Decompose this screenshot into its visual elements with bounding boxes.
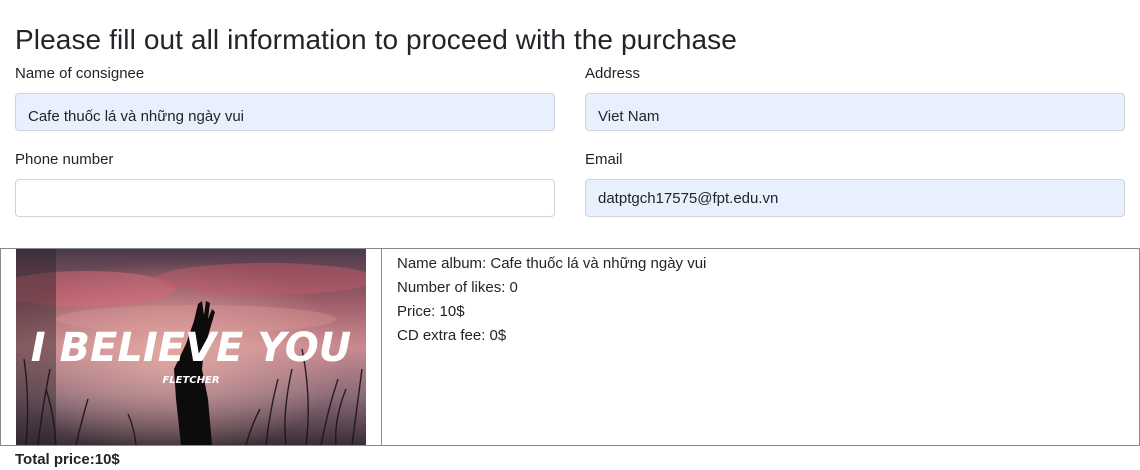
phone-label: Phone number: [15, 151, 114, 168]
album-info-cell: Name album: Cafe thuốc lá và những ngày …: [397, 252, 706, 348]
page-title: Please fill out all information to proce…: [15, 24, 737, 55]
consignee-label: Name of consignee: [15, 65, 145, 82]
album-name-text: Name album: Cafe thuốc lá và những ngày …: [397, 255, 707, 272]
email-input[interactable]: [585, 179, 1125, 217]
album-price-text: Price: 10$: [397, 303, 465, 320]
cover-title-text: I BELIEVE YOU: [31, 325, 352, 371]
album-cover-image: I BELIEVE YOU FLETCHER: [16, 249, 366, 445]
cover-artist-text: FLETCHER: [162, 375, 219, 386]
album-likes-text: Number of likes: 0: [397, 279, 518, 296]
address-input[interactable]: [585, 93, 1125, 131]
total-price: Total price:10$: [15, 451, 120, 468]
album-cover-cell: I BELIEVE YOU FLETCHER: [1, 249, 382, 445]
consignee-input[interactable]: [15, 93, 555, 131]
email-label: Email: [585, 151, 623, 168]
album-table: I BELIEVE YOU FLETCHER Name album: Cafe …: [0, 248, 1140, 446]
phone-input[interactable]: [15, 179, 555, 217]
address-label: Address: [585, 65, 641, 82]
cd-extra-fee-text: CD extra fee: 0$: [397, 327, 507, 344]
